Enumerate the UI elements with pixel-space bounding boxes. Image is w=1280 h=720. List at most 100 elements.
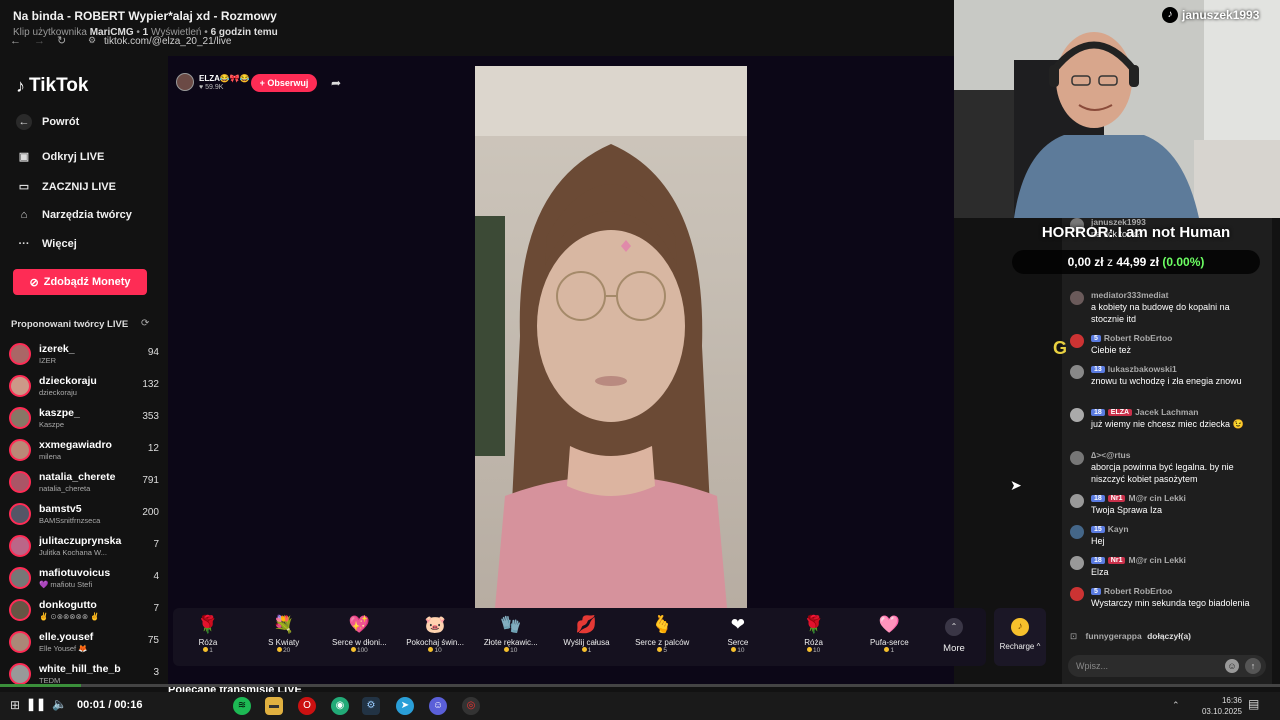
chat-username[interactable]: M@r cin Lekki: [1128, 493, 1185, 503]
creator-item[interactable]: elle.yousef Elle Yousef 🦊 75: [9, 629, 159, 657]
gift-item[interactable]: 🫰 Serce z palców 5: [624, 612, 700, 664]
site-settings-icon[interactable]: ⚙: [88, 35, 96, 46]
screen: Na binda - ROBERT Wypier*alaj xd - Rozmo…: [0, 0, 1280, 720]
chat-avatar[interactable]: [1070, 334, 1084, 348]
obs-icon[interactable]: ◎: [462, 697, 480, 715]
webcam-overlay: [954, 0, 1280, 218]
host-avatar[interactable]: [176, 73, 194, 91]
recharge-button[interactable]: ♪ Recharge ^: [994, 608, 1046, 666]
nav-more[interactable]: ··· Więcej: [16, 238, 77, 250]
gift-item[interactable]: ❤ Serce 10: [700, 612, 776, 664]
chat-avatar[interactable]: [1070, 525, 1084, 539]
folder-icon[interactable]: ▬: [265, 697, 283, 715]
gift-price-value: 10: [812, 647, 821, 654]
nav-discover-live[interactable]: ▣ Odkryj LIVE: [16, 150, 105, 164]
creator-item[interactable]: izerek_ IZER 94: [9, 341, 159, 369]
chat-username[interactable]: Kayn: [1108, 524, 1129, 534]
chat-username[interactable]: M@r cin Lekki: [1128, 555, 1185, 565]
handle-text: januszek1993: [1182, 8, 1260, 22]
windows-start-icon[interactable]: ⊞: [10, 698, 20, 712]
chat-avatar[interactable]: [1070, 556, 1084, 570]
chat-username[interactable]: Jacek Lachman: [1135, 407, 1198, 417]
back-arrow-icon[interactable]: ←: [10, 35, 21, 47]
back-link[interactable]: ← Powrót: [16, 114, 79, 130]
chrome-icon[interactable]: ◉: [331, 697, 349, 715]
gift-icon: 🫰: [651, 615, 673, 634]
opera-icon[interactable]: O: [298, 697, 316, 715]
send-icon[interactable]: ↑: [1245, 658, 1261, 674]
pause-icon[interactable]: ❚❚: [26, 697, 46, 711]
chat-avatar[interactable]: [1070, 494, 1084, 508]
host-name[interactable]: ELZA😂🎀😂: [199, 74, 250, 83]
chat-avatar[interactable]: [1070, 291, 1084, 305]
gift-item[interactable]: 🌹 Róża 10: [776, 612, 852, 664]
gift-item[interactable]: 💋 Wyślij całusa 1: [549, 612, 625, 664]
gift-price: 10: [473, 647, 549, 654]
chat-avatar[interactable]: [1070, 408, 1084, 422]
chat-avatar[interactable]: [1070, 451, 1084, 465]
user-badge: Nr1: [1107, 557, 1126, 564]
gift-item[interactable]: 🐷 Pokochaj świn... 10: [397, 612, 473, 664]
live-video[interactable]: [475, 66, 747, 608]
chat-username-row: 18 ELZA Jacek Lachman: [1091, 407, 1198, 417]
creator-item[interactable]: natalia_cherete natalia_chereta 791: [9, 469, 159, 497]
creator-avatar: [9, 375, 31, 397]
chat-input[interactable]: [1076, 658, 1216, 674]
tiktok-logo[interactable]: ♪ TikTok: [16, 75, 88, 97]
nav-creator-tools[interactable]: ⌂ Narzędzia twórcy: [16, 209, 132, 221]
emoji-icon[interactable]: ☺: [1225, 659, 1239, 673]
chat-username[interactable]: lukaszbakowski1: [1108, 364, 1177, 374]
reload-icon[interactable]: ↻: [57, 34, 66, 47]
suggested-creators-title: Proponowani twórcy LIVE: [11, 319, 129, 330]
creator-name: dzieckoraju: [39, 375, 97, 387]
spotify-icon[interactable]: ≋: [233, 697, 251, 715]
creator-item[interactable]: julitaczuprynska Julitka Kochana W... 7: [9, 533, 159, 561]
chat-username-row: 18 Nr1 M@r cin Lekki: [1091, 493, 1186, 503]
user-badge: Nr1: [1107, 495, 1126, 502]
chat-username[interactable]: Robert RobErtoo: [1104, 586, 1172, 596]
tray-chevron-icon[interactable]: ⌃: [1172, 700, 1180, 711]
creator-item[interactable]: dzieckoraju dzieckoraju 132: [9, 373, 159, 401]
address-bar[interactable]: tiktok.com/@elza_20_21/live: [104, 36, 231, 47]
gift-item[interactable]: 🌹 Róża 1: [170, 612, 246, 664]
telegram-icon[interactable]: ➤: [396, 697, 414, 715]
creator-item[interactable]: xxmegawiadro milena 12: [9, 437, 159, 465]
chat-avatar[interactable]: [1070, 587, 1084, 601]
chat-avatar[interactable]: [1070, 365, 1084, 379]
clock-date: 03.10.2025: [1201, 707, 1242, 716]
forward-arrow-icon[interactable]: →: [34, 35, 45, 47]
gift-icon: 🌹: [803, 615, 825, 634]
video-progress-track[interactable]: [0, 684, 1280, 687]
notifications-icon[interactable]: ▤: [1248, 697, 1259, 711]
chat-username[interactable]: Robert RobErtoo: [1104, 333, 1172, 343]
chat-username[interactable]: mediator333mediat: [1091, 290, 1168, 300]
chat-text: Ciebie też: [1091, 345, 1132, 355]
more-gifts-button[interactable]: ⌃ More: [938, 614, 970, 662]
gift-item[interactable]: 💐 S Kwiaty 20: [246, 612, 322, 664]
gift-item[interactable]: 🩷 Pufa-serce 1: [851, 612, 927, 664]
gift-item[interactable]: 🧤 Złote rękawic... 10: [473, 612, 549, 664]
steam-icon[interactable]: ⚙: [362, 697, 380, 715]
nav-start-live[interactable]: ▭ ZACZNIJ LIVE: [16, 180, 116, 194]
chat-username-row: 15 Kayn: [1091, 524, 1129, 534]
share-icon[interactable]: ➦: [331, 76, 341, 90]
volume-icon[interactable]: 🔈: [52, 697, 67, 711]
creator-item[interactable]: kaszpe_ Kaszpe 353: [9, 405, 159, 433]
creator-name: elle.yousef: [39, 631, 94, 643]
get-coins-button[interactable]: ⊘ Zdobądź Monety: [13, 269, 147, 295]
refresh-icon[interactable]: ⟳: [141, 318, 149, 329]
creator-subtitle: ✌ ⊙⊗⊗⊗⊗⊗ ✌: [39, 612, 100, 621]
system-clock[interactable]: 16:36 03.10.2025: [1196, 695, 1242, 717]
discord-icon[interactable]: ☺: [429, 697, 447, 715]
creator-item[interactable]: bamstv5 BAMSsnitfrnzseca 200: [9, 501, 159, 529]
chat-text: Twoja Sprawa Iza: [1091, 505, 1163, 515]
creator-item[interactable]: donkogutto ✌ ⊙⊗⊗⊗⊗⊗ ✌ 7: [9, 597, 159, 625]
follow-button[interactable]: + Obserwuj: [251, 74, 317, 92]
creator-subtitle: IZER: [39, 356, 57, 365]
gift-price-value: 10: [510, 647, 518, 654]
chat-text: znowu tu wchodzę i zła enegia znowu: [1091, 376, 1242, 386]
chat-username[interactable]: ∆><@rtus: [1091, 450, 1130, 460]
creator-item[interactable]: mafiotuvoicus 💜 mafiotu Stefi 4: [9, 565, 159, 593]
tiktok-note-icon: ♪: [16, 75, 25, 96]
gift-item[interactable]: 💖 Serce w dłoni... 100: [321, 612, 397, 664]
